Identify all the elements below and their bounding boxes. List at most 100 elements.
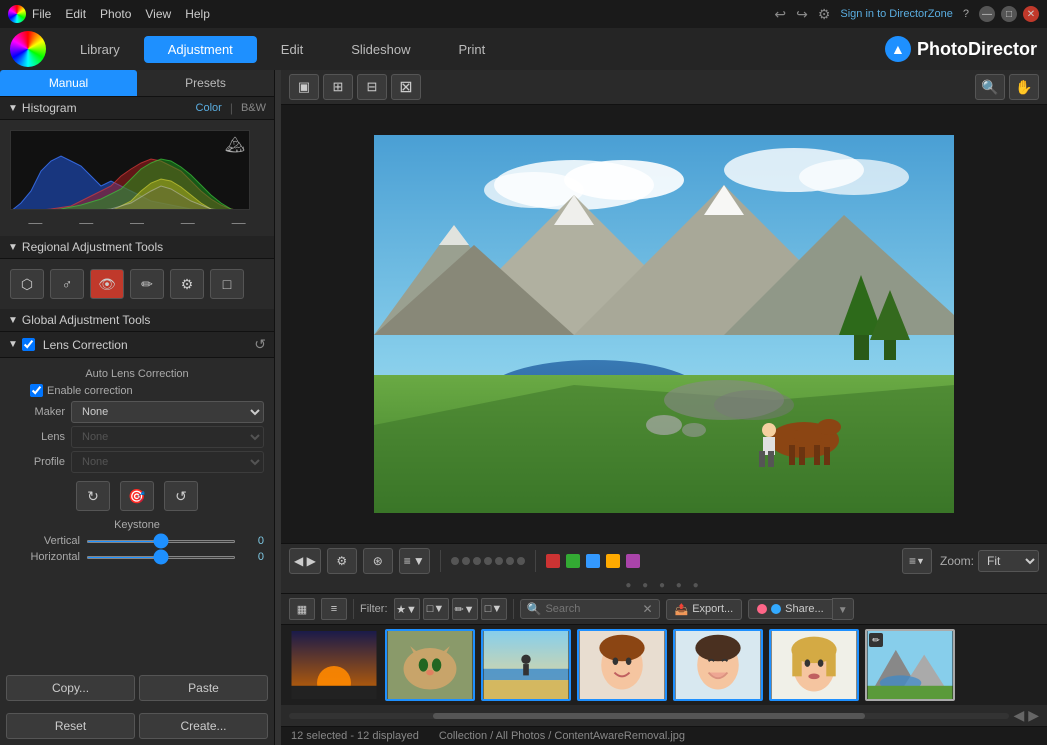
color-dot-blue[interactable] bbox=[586, 554, 600, 568]
histogram-color-label[interactable]: Color bbox=[196, 102, 222, 114]
sign-in-link[interactable]: Sign in to DirectorZone bbox=[840, 8, 953, 20]
share-dropdown-button[interactable]: ▼ bbox=[832, 598, 854, 620]
filmstrip-next-button[interactable]: ▶ bbox=[1028, 707, 1039, 724]
vertical-slider[interactable] bbox=[86, 540, 236, 543]
toolbar-icon-undo[interactable]: ↩ bbox=[774, 6, 786, 23]
copy-button[interactable]: Copy... bbox=[6, 675, 135, 701]
paste-button[interactable]: Paste bbox=[139, 675, 268, 701]
list-item[interactable] bbox=[289, 629, 379, 701]
search-input[interactable] bbox=[545, 603, 638, 615]
hist-btn-4[interactable]: — bbox=[181, 214, 195, 230]
tab-slideshow[interactable]: Slideshow bbox=[327, 36, 434, 63]
dot-3[interactable] bbox=[473, 557, 481, 565]
reset-button[interactable]: Reset bbox=[6, 713, 135, 739]
nav-logo bbox=[10, 31, 46, 67]
maker-select[interactable]: None bbox=[71, 401, 264, 423]
export-button[interactable]: 📤 Export... bbox=[666, 599, 743, 620]
filter-edit[interactable]: ✏▼ bbox=[452, 598, 478, 620]
regional-tools-header[interactable]: ▼ Regional Adjustment Tools bbox=[0, 236, 274, 259]
zoom-select[interactable]: Fit Fill 25% 50% 100% bbox=[978, 550, 1039, 572]
lens-select[interactable]: None bbox=[71, 426, 264, 448]
view-grid[interactable]: ⊟ bbox=[357, 74, 387, 100]
hist-btn-2[interactable]: — bbox=[79, 214, 93, 230]
tool-radial[interactable]: ♂ bbox=[50, 269, 84, 299]
color-dot-orange[interactable] bbox=[606, 554, 620, 568]
edit-prev-btn[interactable]: ◀ ▶ bbox=[289, 548, 321, 574]
share-button[interactable]: Share... bbox=[748, 599, 832, 619]
menu-view[interactable]: View bbox=[145, 7, 171, 21]
enable-correction-checkbox[interactable] bbox=[30, 384, 43, 397]
tool-brush[interactable]: ✏ bbox=[130, 269, 164, 299]
tool-eye[interactable]: 👁 bbox=[90, 269, 124, 299]
tab-edit[interactable]: Edit bbox=[257, 36, 327, 63]
lens-enable-checkbox[interactable] bbox=[22, 338, 35, 351]
color-dot-purple[interactable] bbox=[626, 554, 640, 568]
sort-btn[interactable]: ≡ ▼ bbox=[902, 548, 932, 574]
dot-6[interactable] bbox=[506, 557, 514, 565]
edit-info-btn[interactable]: ⊛ bbox=[363, 548, 393, 574]
hist-btn-3[interactable]: — bbox=[130, 214, 144, 230]
minimize-button[interactable]: — bbox=[979, 6, 995, 22]
filmstrip-prev-button[interactable]: ◀ bbox=[1013, 707, 1024, 724]
help-btn[interactable]: ? bbox=[963, 8, 969, 20]
action-btn-3[interactable]: ↺ bbox=[164, 481, 198, 511]
list-item[interactable] bbox=[481, 629, 571, 701]
drag-dots[interactable]: ● ● ● ● ● bbox=[625, 580, 702, 591]
profile-select[interactable]: None bbox=[71, 451, 264, 473]
color-dot-green[interactable] bbox=[566, 554, 580, 568]
global-tools-header[interactable]: ▼ Global Adjustment Tools bbox=[0, 309, 274, 332]
view-side-compare[interactable]: ⊞ bbox=[323, 74, 353, 100]
hist-btn-1[interactable]: — bbox=[28, 214, 42, 230]
action-btn-2[interactable]: 🎯 bbox=[120, 481, 154, 511]
tab-print[interactable]: Print bbox=[434, 36, 509, 63]
histogram-bw-label[interactable]: B&W bbox=[241, 102, 266, 114]
menu-help[interactable]: Help bbox=[185, 7, 210, 21]
menu-edit[interactable]: Edit bbox=[65, 7, 86, 21]
toolbar-icon-redo[interactable]: ↪ bbox=[796, 6, 808, 23]
horizontal-slider[interactable] bbox=[86, 556, 236, 559]
filter-star[interactable]: ★▼ bbox=[394, 598, 420, 620]
maximize-button[interactable]: □ bbox=[1001, 6, 1017, 22]
search-clear-button[interactable]: ✕ bbox=[642, 602, 652, 616]
menu-file[interactable]: File bbox=[32, 7, 51, 21]
list-item[interactable] bbox=[577, 629, 667, 701]
dot-7[interactable] bbox=[517, 557, 525, 565]
dot-1[interactable] bbox=[451, 557, 459, 565]
menu-photo[interactable]: Photo bbox=[100, 7, 131, 21]
lens-reset-icon[interactable]: ↺ bbox=[254, 336, 266, 353]
magnify-button[interactable]: 🔍 bbox=[975, 74, 1005, 100]
tool-select[interactable]: □ bbox=[210, 269, 244, 299]
histogram-header[interactable]: ▼ Histogram Color | B&W bbox=[0, 97, 274, 120]
hand-button[interactable]: ✋ bbox=[1009, 74, 1039, 100]
tab-manual[interactable]: Manual bbox=[0, 70, 137, 96]
toolbar-icon-settings[interactable]: ⚙ bbox=[818, 6, 831, 23]
create-button[interactable]: Create... bbox=[139, 713, 268, 739]
strip-list-btn[interactable]: ≡ bbox=[321, 598, 347, 620]
scroll-track[interactable] bbox=[289, 713, 1009, 719]
close-button[interactable]: ✕ bbox=[1023, 6, 1039, 22]
edit-list-btn[interactable]: ≡ ▼ bbox=[399, 548, 430, 574]
filter-color[interactable]: □▼ bbox=[481, 598, 507, 620]
strip-grid-btn[interactable]: ▦ bbox=[289, 598, 315, 620]
lens-correction-header[interactable]: ▼ Lens Correction ↺ bbox=[0, 332, 274, 358]
tab-library[interactable]: Library bbox=[56, 36, 144, 63]
tab-presets[interactable]: Presets bbox=[137, 70, 274, 96]
list-item[interactable]: ✏ bbox=[865, 629, 955, 701]
list-item[interactable] bbox=[769, 629, 859, 701]
dot-4[interactable] bbox=[484, 557, 492, 565]
view-compare[interactable]: ⊠ bbox=[391, 74, 421, 100]
dot-2[interactable] bbox=[462, 557, 470, 565]
tool-smart[interactable]: ⚙ bbox=[170, 269, 204, 299]
hist-btn-5[interactable]: — bbox=[232, 214, 246, 230]
view-single[interactable]: ▣ bbox=[289, 74, 319, 100]
list-item[interactable] bbox=[385, 629, 475, 701]
tab-adjustment[interactable]: Adjustment bbox=[144, 36, 257, 63]
color-dot-red[interactable] bbox=[546, 554, 560, 568]
list-item[interactable] bbox=[673, 629, 763, 701]
edit-settings-btn[interactable]: ⚙ bbox=[327, 548, 357, 574]
tool-gradient[interactable]: ⬡ bbox=[10, 269, 44, 299]
scroll-thumb[interactable] bbox=[433, 713, 865, 719]
action-btn-1[interactable]: ↻ bbox=[76, 481, 110, 511]
filter-flag[interactable]: □▼ bbox=[423, 598, 449, 620]
dot-5[interactable] bbox=[495, 557, 503, 565]
